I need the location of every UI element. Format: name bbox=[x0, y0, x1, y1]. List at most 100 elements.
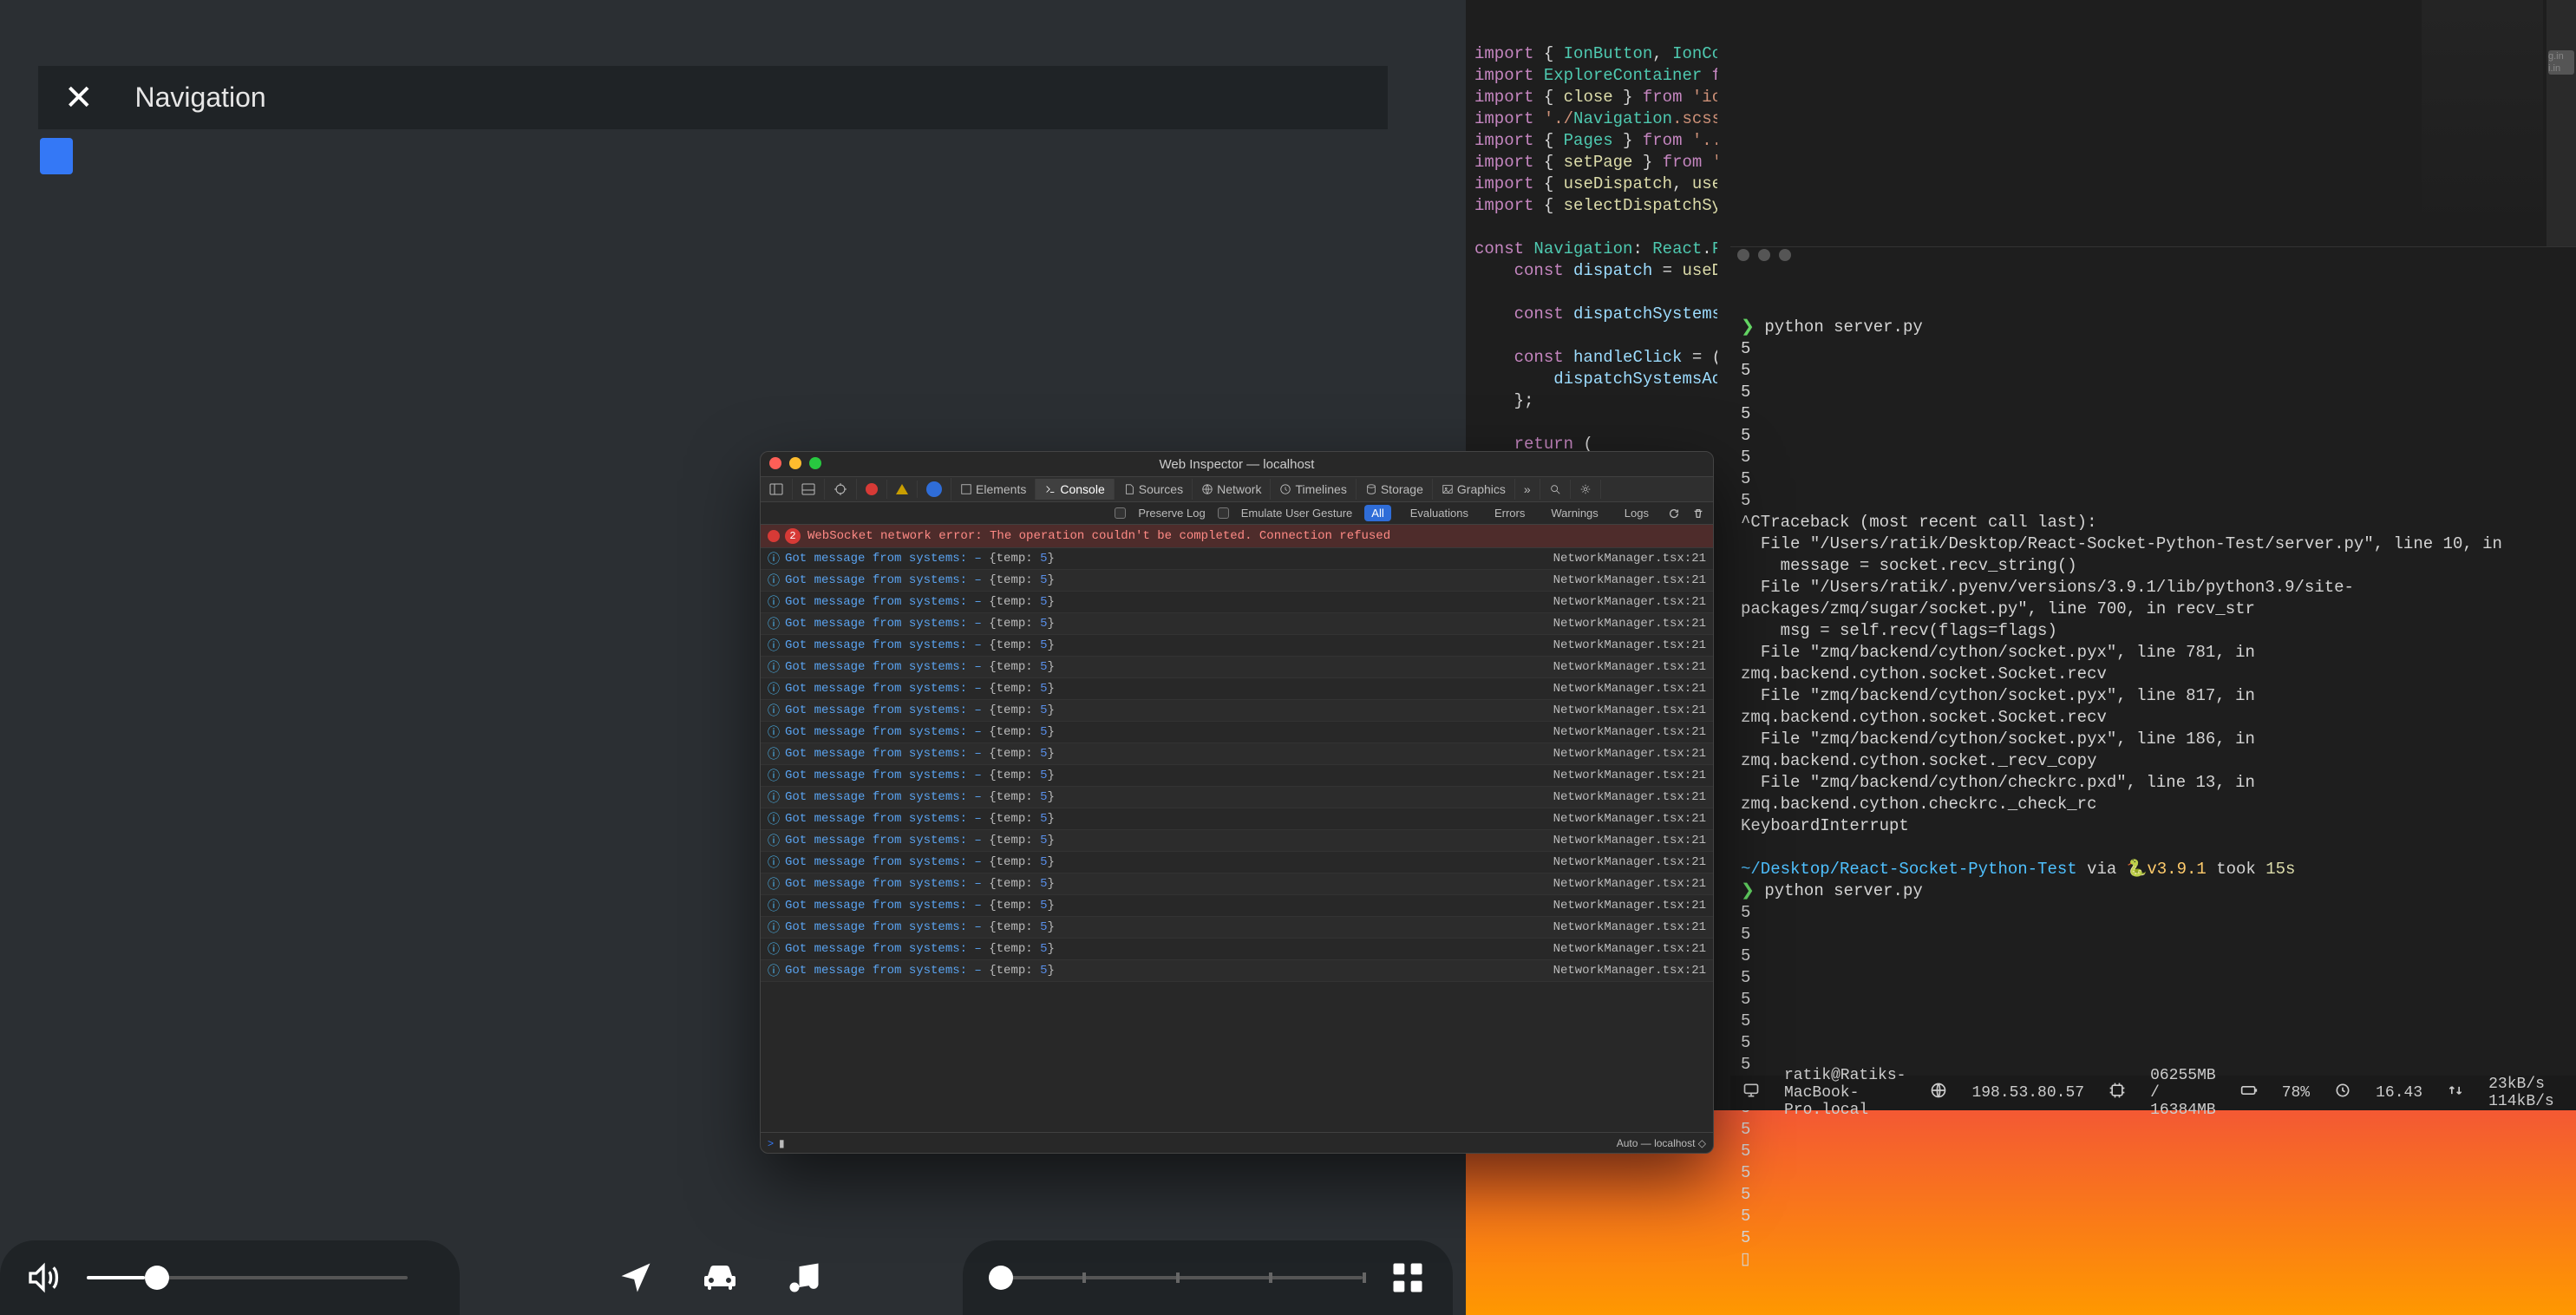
console-log-row[interactable]: ⓘ Got message from systems: – {temp: 5} … bbox=[761, 678, 1713, 700]
selected-tile[interactable] bbox=[40, 138, 73, 174]
console-log-row[interactable]: ⓘ Got message from systems: – {temp: 5} … bbox=[761, 852, 1713, 873]
zoom-window-button[interactable] bbox=[809, 457, 821, 469]
terminal-tab-dots[interactable] bbox=[1737, 249, 1791, 261]
console-log-row[interactable]: ⓘ Got message from systems: – {temp: 5} … bbox=[761, 657, 1713, 678]
tab-overflow-button[interactable]: » bbox=[1515, 479, 1540, 500]
tab-console[interactable]: Console bbox=[1036, 479, 1114, 500]
log-icon: ⓘ bbox=[768, 875, 785, 893]
reload-icon[interactable] bbox=[1668, 507, 1680, 520]
tab-sources[interactable]: Sources bbox=[1115, 479, 1193, 500]
log-source[interactable]: NetworkManager.tsx:21 bbox=[1524, 812, 1706, 826]
minimize-window-button[interactable] bbox=[789, 457, 801, 469]
log-source[interactable]: NetworkManager.tsx:21 bbox=[1524, 855, 1706, 869]
close-icon[interactable]: ✕ bbox=[64, 78, 94, 118]
warning-count-pill[interactable] bbox=[887, 481, 918, 498]
console-log-row[interactable]: ⓘ Got message from systems: – {temp: 5} … bbox=[761, 960, 1713, 982]
log-icon: ⓘ bbox=[768, 810, 785, 828]
log-icon: ⓘ bbox=[768, 832, 785, 849]
filter-errors[interactable]: Errors bbox=[1487, 505, 1532, 521]
scroll-thumb[interactable]: g.in i.in bbox=[2548, 50, 2574, 75]
console-log-row[interactable]: ⓘ Got message from systems: – {temp: 5} … bbox=[761, 635, 1713, 657]
music-icon[interactable] bbox=[785, 1259, 823, 1297]
apps-grid-icon[interactable] bbox=[1389, 1259, 1427, 1297]
console-log-row[interactable]: ⓘ Got message from systems: – {temp: 5} … bbox=[761, 700, 1713, 722]
error-count-pill[interactable] bbox=[857, 480, 887, 499]
console-log-row[interactable]: ⓘ Got message from systems: – {temp: 5} … bbox=[761, 743, 1713, 765]
log-source[interactable]: NetworkManager.tsx:21 bbox=[1524, 964, 1706, 978]
console-log-area[interactable]: 2 WebSocket network error: The operation… bbox=[761, 525, 1713, 1132]
climate-slider[interactable] bbox=[989, 1276, 1363, 1279]
log-icon: ⓘ bbox=[768, 723, 785, 741]
tab-storage[interactable]: Storage bbox=[1357, 479, 1433, 500]
close-window-button[interactable] bbox=[769, 457, 781, 469]
console-error-row[interactable]: 2 WebSocket network error: The operation… bbox=[761, 525, 1713, 548]
memory-icon bbox=[2109, 1082, 2126, 1104]
filter-warnings[interactable]: Warnings bbox=[1544, 505, 1605, 521]
log-source[interactable]: NetworkManager.tsx:21 bbox=[1524, 682, 1706, 696]
log-source[interactable]: NetworkManager.tsx:21 bbox=[1524, 834, 1706, 847]
log-source[interactable]: NetworkManager.tsx:21 bbox=[1524, 595, 1706, 609]
log-source[interactable]: NetworkManager.tsx:21 bbox=[1524, 552, 1706, 566]
console-log-row[interactable]: ⓘ Got message from systems: – {temp: 5} … bbox=[761, 917, 1713, 939]
filter-evaluations[interactable]: Evaluations bbox=[1403, 505, 1475, 521]
console-log-row[interactable]: ⓘ Got message from systems: – {temp: 5} … bbox=[761, 592, 1713, 613]
console-log-row[interactable]: ⓘ Got message from systems: – {temp: 5} … bbox=[761, 570, 1713, 592]
error-text: WebSocket network error: The operation c… bbox=[807, 529, 1390, 543]
console-log-row[interactable]: ⓘ Got message from systems: – {temp: 5} … bbox=[761, 722, 1713, 743]
log-source[interactable]: NetworkManager.tsx:21 bbox=[1524, 942, 1706, 956]
log-source[interactable]: NetworkManager.tsx:21 bbox=[1524, 769, 1706, 782]
log-icon: ⓘ bbox=[768, 745, 785, 762]
volume-slider[interactable] bbox=[87, 1276, 408, 1279]
search-button[interactable] bbox=[1540, 480, 1571, 499]
emulate-gesture-checkbox[interactable] bbox=[1218, 507, 1229, 519]
app-dock bbox=[594, 1240, 846, 1315]
log-source[interactable]: NetworkManager.tsx:21 bbox=[1524, 638, 1706, 652]
log-source[interactable]: NetworkManager.tsx:21 bbox=[1524, 573, 1706, 587]
inspector-title: Web Inspector — localhost bbox=[1160, 457, 1315, 472]
log-source[interactable]: NetworkManager.tsx:21 bbox=[1524, 920, 1706, 934]
log-source[interactable]: NetworkManager.tsx:21 bbox=[1524, 703, 1706, 717]
filter-logs[interactable]: Logs bbox=[1618, 505, 1656, 521]
log-source[interactable]: NetworkManager.tsx:21 bbox=[1524, 660, 1706, 674]
editor-code-pane[interactable]: import { IonButton, IonContent, IonHeade… bbox=[1466, 0, 1717, 451]
log-source[interactable]: NetworkManager.tsx:21 bbox=[1524, 725, 1706, 739]
console-log-row[interactable]: ⓘ Got message from systems: – {temp: 5} … bbox=[761, 895, 1713, 917]
volume-icon[interactable] bbox=[26, 1260, 61, 1295]
dock-bottom-button[interactable] bbox=[793, 479, 825, 500]
log-icon: ⓘ bbox=[768, 767, 785, 784]
log-source[interactable]: NetworkManager.tsx:21 bbox=[1524, 617, 1706, 631]
console-log-row[interactable]: ⓘ Got message from systems: – {temp: 5} … bbox=[761, 873, 1713, 895]
terminal-panel: ❯ python server.py 5 5 5 5 5 5 5 5 ^CTra… bbox=[1730, 246, 2576, 1058]
code-minimap[interactable] bbox=[2422, 0, 2543, 234]
log-source[interactable]: NetworkManager.tsx:21 bbox=[1524, 790, 1706, 804]
select-element-button[interactable] bbox=[825, 479, 857, 500]
console-log-row[interactable]: ⓘ Got message from systems: – {temp: 5} … bbox=[761, 808, 1713, 830]
dock-left-button[interactable] bbox=[761, 479, 793, 500]
tab-elements[interactable]: Elements bbox=[951, 479, 1036, 500]
terminal-output[interactable]: ❯ python server.py 5 5 5 5 5 5 5 5 ^CTra… bbox=[1730, 273, 2547, 1314]
navigate-icon[interactable] bbox=[617, 1259, 655, 1297]
console-input-bar[interactable]: > ▮ Auto — localhost ◇ bbox=[761, 1132, 1713, 1153]
settings-button[interactable] bbox=[1571, 480, 1601, 499]
log-source[interactable]: NetworkManager.tsx:21 bbox=[1524, 747, 1706, 761]
clear-icon[interactable] bbox=[1692, 507, 1704, 520]
status-net: 23kB/s 114kB/s bbox=[2488, 1076, 2554, 1110]
car-icon[interactable] bbox=[699, 1257, 741, 1299]
console-context[interactable]: Auto — localhost ◇ bbox=[1617, 1137, 1706, 1149]
console-log-row[interactable]: ⓘ Got message from systems: – {temp: 5} … bbox=[761, 613, 1713, 635]
info-count-pill[interactable] bbox=[918, 478, 951, 500]
console-log-row[interactable]: ⓘ Got message from systems: – {temp: 5} … bbox=[761, 548, 1713, 570]
log-icon: ⓘ bbox=[768, 680, 785, 697]
tab-network[interactable]: Network bbox=[1193, 479, 1271, 500]
console-log-row[interactable]: ⓘ Got message from systems: – {temp: 5} … bbox=[761, 787, 1713, 808]
console-log-row[interactable]: ⓘ Got message from systems: – {temp: 5} … bbox=[761, 830, 1713, 852]
log-source[interactable]: NetworkManager.tsx:21 bbox=[1524, 877, 1706, 891]
log-source[interactable]: NetworkManager.tsx:21 bbox=[1524, 899, 1706, 913]
tab-graphics[interactable]: Graphics bbox=[1433, 479, 1515, 500]
filter-all[interactable]: All bbox=[1364, 505, 1390, 521]
preserve-log-checkbox[interactable] bbox=[1115, 507, 1126, 519]
inspector-titlebar[interactable]: Web Inspector — localhost bbox=[761, 452, 1713, 476]
console-log-row[interactable]: ⓘ Got message from systems: – {temp: 5} … bbox=[761, 765, 1713, 787]
console-log-row[interactable]: ⓘ Got message from systems: – {temp: 5} … bbox=[761, 939, 1713, 960]
tab-timelines[interactable]: Timelines bbox=[1271, 479, 1356, 500]
